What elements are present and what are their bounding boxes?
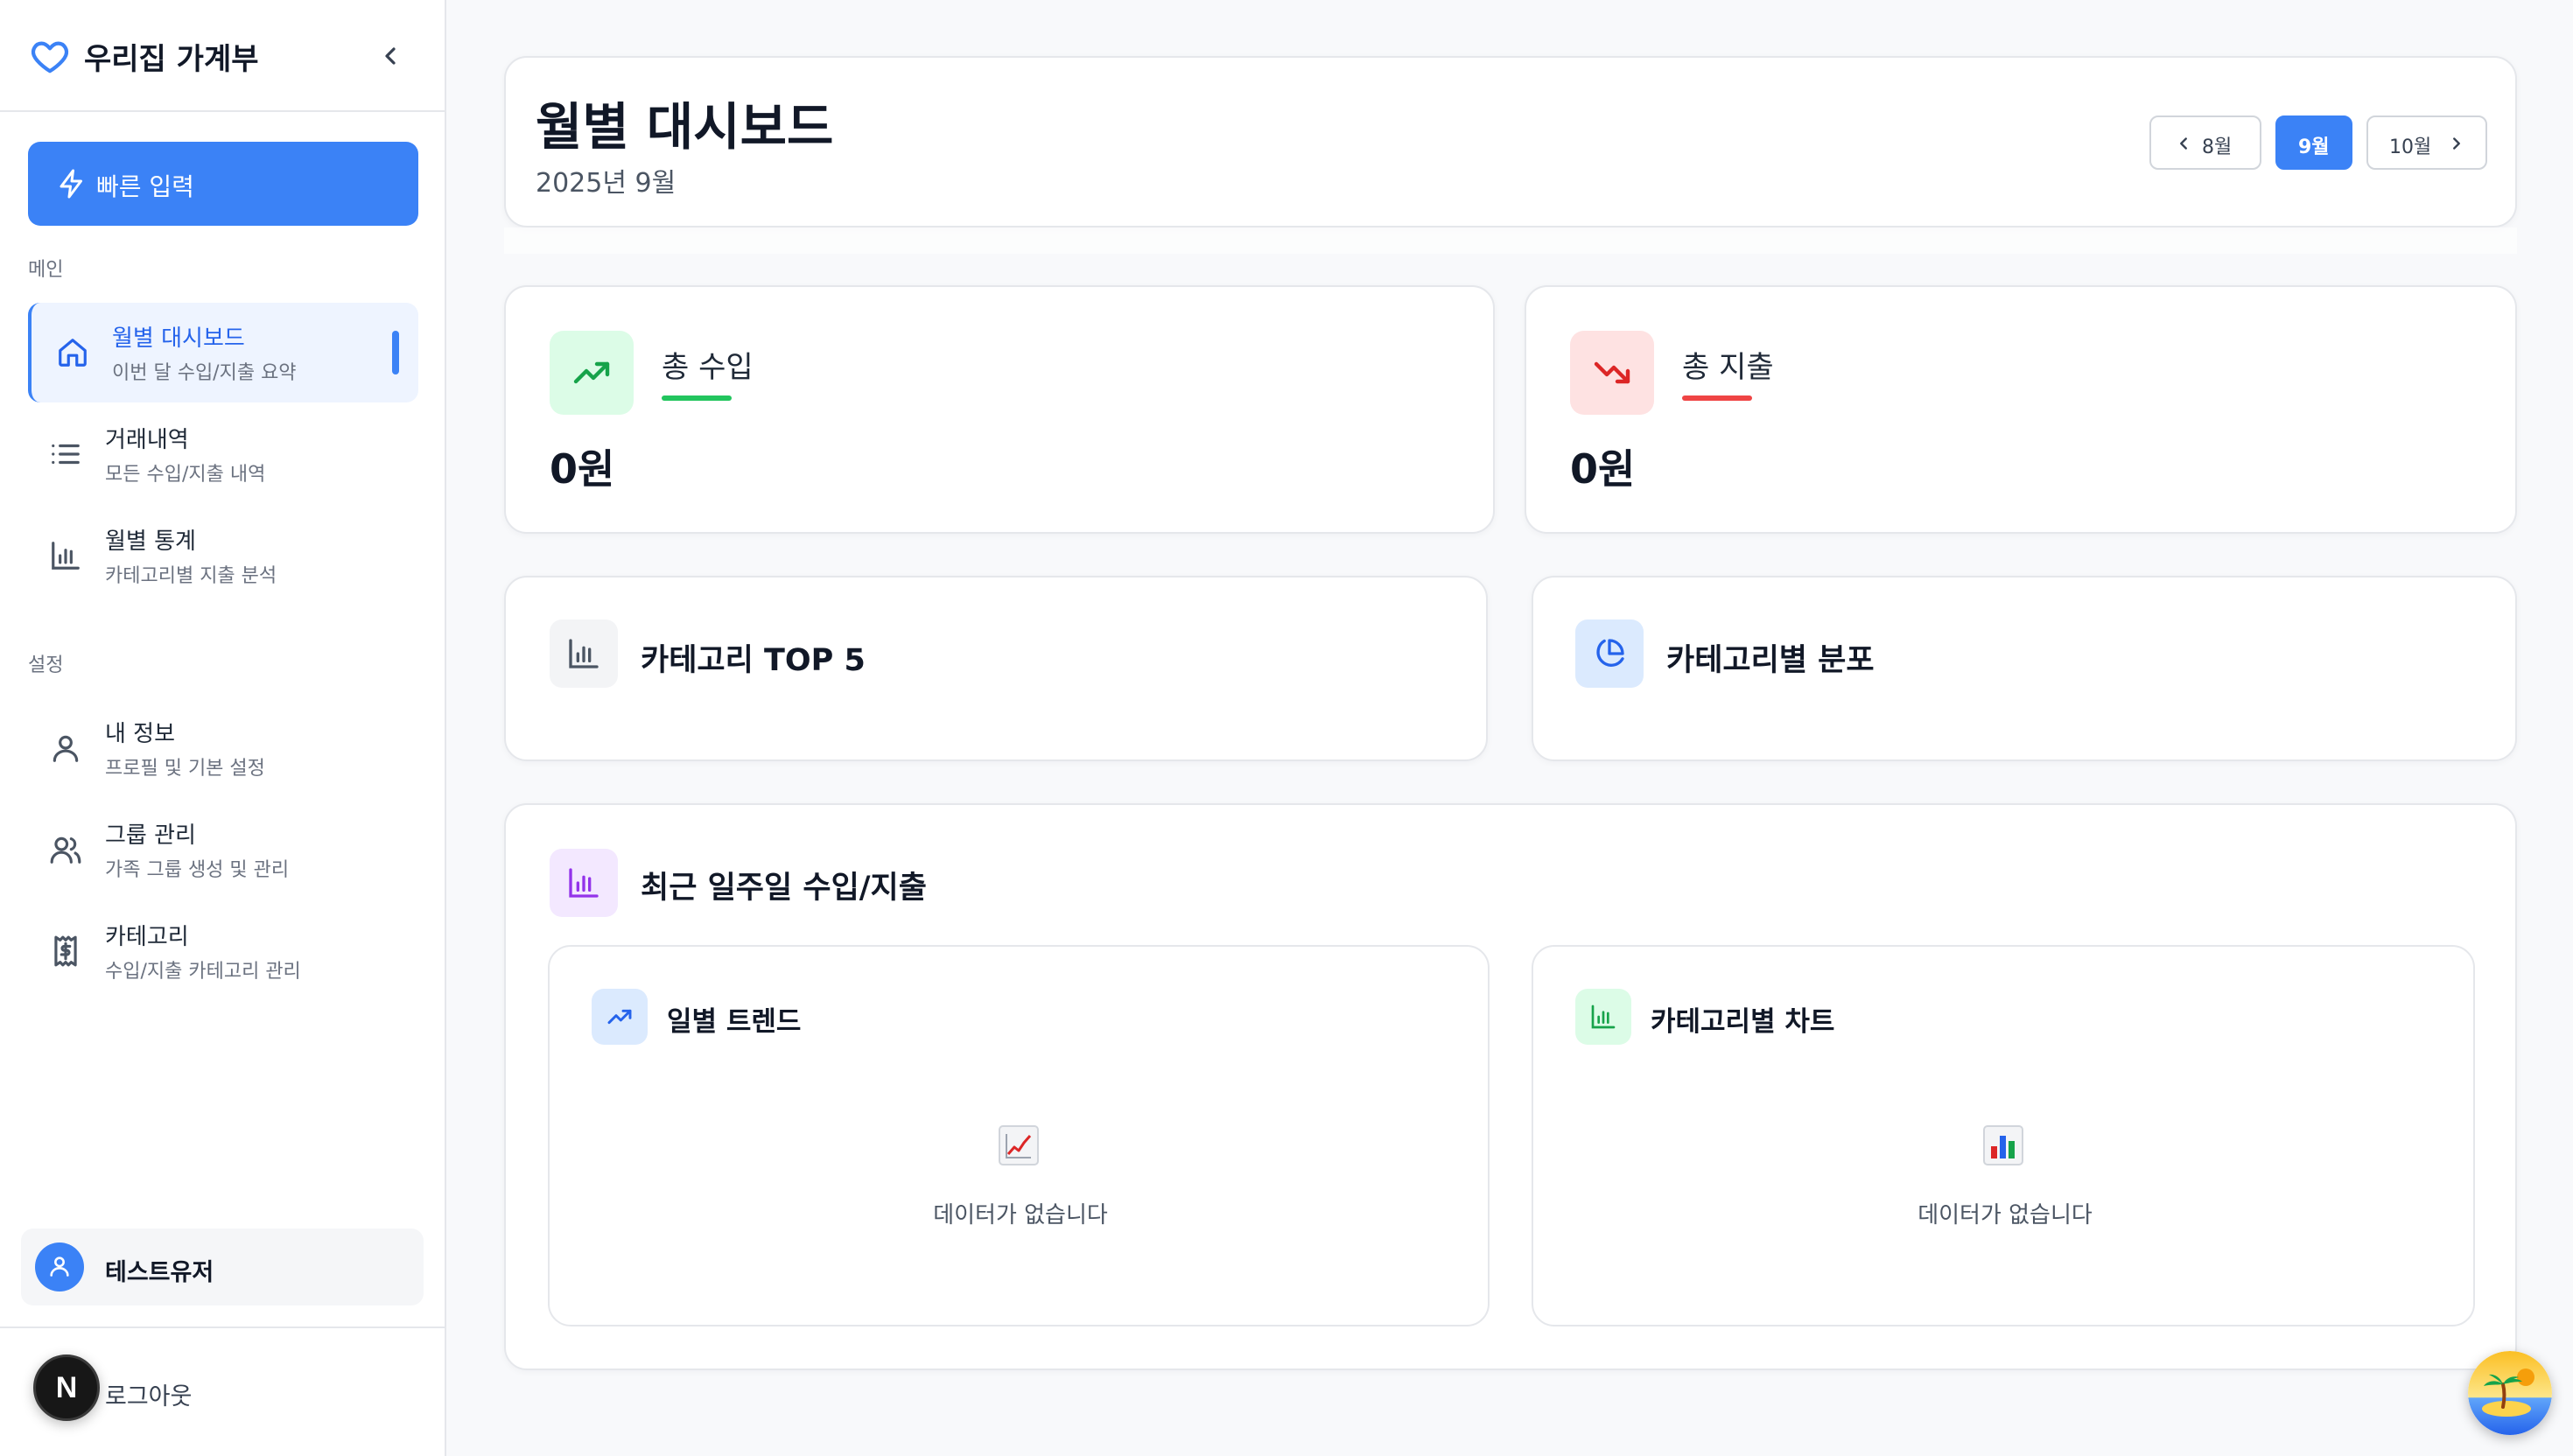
chart-increasing-icon [999, 1125, 1039, 1166]
sidebar: 우리집 가계부 빠른 입력 메인 월별 대시보드 이번 달 수입/지출 요약 거… [0, 0, 446, 1456]
bar-chart-icon [569, 639, 599, 668]
trending-down-icon [1594, 361, 1630, 384]
sidebar-item-subtitle: 카테고리별 지출 분석 [105, 565, 277, 587]
current-month-button[interactable]: 9월 [2275, 116, 2352, 170]
bar-chart-icon [1591, 1004, 1616, 1029]
category-top5-icon-box [550, 620, 618, 688]
category-chart-title: 카테고리별 차트 [1651, 1006, 1835, 1038]
section-label-main: 메인 [28, 259, 64, 281]
quick-input-label: 빠른 입력 [96, 172, 194, 201]
category-distribution-icon-box [1575, 620, 1644, 688]
trending-up-icon [607, 1009, 632, 1025]
category-distribution-title: 카테고리별 분포 [1666, 643, 1875, 678]
sidebar-item-categories[interactable]: 카테고리 수입/지출 카테고리 관리 [28, 901, 418, 1001]
page-header: 월별 대시보드 2025년 9월 8월 9월 10월 [504, 56, 2517, 228]
user-profile[interactable]: 테스트유저 [21, 1228, 424, 1306]
prev-month-label: 8월 [2202, 136, 2233, 158]
trending-up-icon [573, 361, 610, 384]
home-icon [59, 339, 87, 367]
floating-beach-button[interactable] [2468, 1351, 2552, 1435]
active-indicator [392, 331, 399, 374]
lightning-icon [60, 169, 82, 199]
sidebar-item-subtitle: 이번 달 수입/지출 요약 [112, 362, 297, 384]
header-shadow [504, 228, 2517, 254]
next-month-button[interactable]: 10월 [2366, 116, 2487, 170]
page-subtitle: 2025년 9월 [536, 168, 677, 199]
category-top5-card: 카테고리 TOP 5 [504, 576, 1488, 761]
chevron-left-icon [2180, 137, 2187, 150]
category-top5-title: 카테고리 TOP 5 [641, 643, 866, 678]
avatar [35, 1242, 84, 1292]
daily-trend-icon-box [592, 989, 648, 1045]
weekly-summary-card: 최근 일주일 수입/지출 일별 트렌드 데이터가 없습니다 카테고리별 차트 데… [504, 803, 2517, 1370]
expense-label: 총 지출 [1682, 350, 1774, 385]
income-value: 0원 [550, 445, 615, 493]
beach-island-icon [2468, 1351, 2552, 1435]
sidebar-item-subtitle: 가족 그룹 생성 및 관리 [105, 859, 290, 881]
sidebar-item-monthly-stats[interactable]: 월별 통계 카테고리별 지출 분석 [28, 506, 418, 606]
category-chart-icon-box [1575, 989, 1631, 1045]
weekly-icon-box [550, 849, 618, 917]
users-icon [50, 836, 81, 864]
divider [0, 1326, 445, 1328]
section-label-settings: 설정 [28, 654, 64, 676]
bar-chart-icon [569, 868, 599, 898]
sidebar-item-title: 월별 대시보드 [112, 326, 245, 352]
sidebar-item-title: 카테고리 [105, 924, 189, 950]
sidebar-item-dashboard[interactable]: 월별 대시보드 이번 달 수입/지출 요약 [28, 303, 418, 402]
daily-trend-empty: 데이터가 없습니다 [933, 1202, 1108, 1228]
category-chart-card: 카테고리별 차트 데이터가 없습니다 [1532, 945, 2475, 1326]
sidebar-item-title: 내 정보 [105, 721, 176, 747]
list-icon [52, 444, 80, 465]
sidebar-item-subtitle: 프로필 및 기본 설정 [105, 758, 265, 780]
prev-month-button[interactable]: 8월 [2149, 116, 2261, 170]
sidebar-item-subtitle: 모든 수입/지출 내역 [105, 464, 266, 486]
user-icon [53, 735, 79, 762]
weekly-title: 최근 일주일 수입/지출 [641, 871, 927, 906]
sidebar-item-profile[interactable]: 내 정보 프로필 및 기본 설정 [28, 698, 418, 798]
app-title: 우리집 가계부 [84, 42, 259, 77]
user-name: 테스트유저 [105, 1259, 214, 1286]
expense-value: 0원 [1570, 445, 1636, 493]
receipt-dollar-icon [54, 935, 77, 967]
daily-trend-card: 일별 트렌드 데이터가 없습니다 [548, 945, 1490, 1326]
brand-header: 우리집 가계부 [0, 0, 445, 112]
heart-icon [31, 41, 69, 74]
daily-trend-title: 일별 트렌드 [667, 1006, 802, 1038]
expense-icon-box [1570, 331, 1654, 415]
current-month-label: 9월 [2298, 136, 2330, 158]
income-label: 총 수입 [662, 350, 754, 385]
category-chart-empty: 데이터가 없습니다 [1917, 1202, 2093, 1228]
income-card: 총 수입 0원 [504, 285, 1495, 534]
sidebar-item-title: 월별 통계 [105, 528, 196, 555]
chevron-right-icon [2453, 137, 2460, 150]
bar-chart-emoji-icon [1983, 1125, 2023, 1166]
page-title: 월별 대시보드 [536, 97, 834, 157]
expense-underline [1682, 396, 1752, 401]
bar-chart-icon [52, 542, 80, 570]
income-underline [662, 396, 732, 401]
sidebar-item-subtitle: 수입/지출 카테고리 관리 [105, 961, 301, 983]
pie-chart-icon [1596, 639, 1624, 667]
collapse-sidebar-icon[interactable] [376, 42, 404, 70]
sidebar-item-title: 그룹 관리 [105, 822, 196, 849]
next-month-label: 10월 [2389, 136, 2432, 158]
dev-badge[interactable]: N [33, 1354, 100, 1421]
logout-button[interactable]: 로그아웃 [105, 1377, 192, 1411]
sidebar-item-title: 거래내역 [105, 427, 189, 453]
income-icon-box [550, 331, 634, 415]
sidebar-item-groups[interactable]: 그룹 관리 가족 그룹 생성 및 관리 [28, 800, 418, 900]
category-distribution-card: 카테고리별 분포 [1532, 576, 2517, 761]
user-icon [50, 1256, 69, 1277]
expense-card: 총 지출 0원 [1525, 285, 2517, 534]
quick-input-button[interactable]: 빠른 입력 [28, 142, 418, 226]
sidebar-item-transactions[interactable]: 거래내역 모든 수입/지출 내역 [28, 404, 418, 504]
